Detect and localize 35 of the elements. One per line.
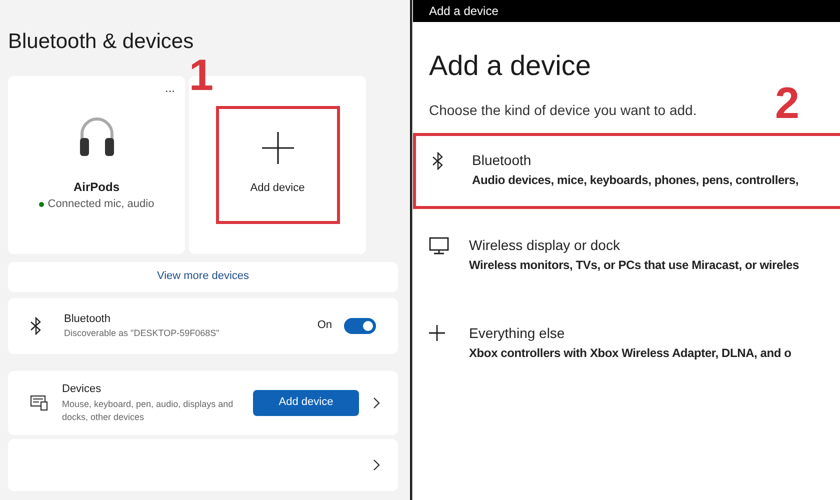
option-description: Xbox controllers with Xbox Wireless Adapter, DLNA, and o	[469, 345, 792, 362]
monitor-icon	[429, 237, 449, 255]
option-title: Wireless display or dock	[469, 236, 621, 255]
bluetooth-toggle[interactable]	[344, 318, 376, 334]
add-device-tile[interactable]: Add device	[218, 108, 336, 220]
dialog-heading: Add a device	[429, 52, 592, 80]
device-name: AirPods	[73, 179, 120, 196]
option-description: Wireless monitors, TVs, or PCs that use Miracast, or wireles	[469, 257, 800, 274]
add-device-button[interactable]: Add device	[253, 390, 359, 416]
toggle-state: On	[317, 318, 332, 334]
device-type-option[interactable]: Everything else Xbox controllers with Xbox Wireless Adapter, DLNA, and o	[413, 309, 840, 385]
chevron-right-icon	[373, 458, 380, 470]
page-title: Bluetooth & devices	[8, 29, 195, 55]
setting-subtitle: Mouse, keyboard, pen, audio, displays and docks, other devices	[62, 398, 234, 424]
more-menu[interactable]: ...	[164, 82, 175, 94]
window-title: Add a device	[429, 3, 498, 20]
device-type-option[interactable]: Wireless display or dock Wireless monitors, TVs, or PCs that use Miracast, or wireles	[413, 221, 840, 297]
step-number: 2	[775, 82, 800, 126]
step-number: 1	[189, 54, 214, 98]
device-type-option[interactable]: Bluetooth Audio devices, mice, keyboards, phones, pens, controllers,	[413, 133, 840, 209]
option-title: Bluetooth	[472, 151, 532, 170]
device-status: Connected mic, audio	[48, 197, 154, 212]
setting-title: Devices	[62, 382, 102, 398]
bluetooth-icon	[30, 316, 42, 334]
keyboard-icon	[30, 394, 48, 410]
setting-title: Bluetooth	[64, 312, 112, 326]
plus-icon	[262, 132, 294, 164]
setting-subtitle: Discoverable as "DESKTOP-59F068S"	[64, 327, 220, 340]
bluetooth-icon	[432, 152, 444, 170]
chevron-right-icon	[373, 396, 380, 408]
option-description: Audio devices, mice, keyboards, phones, pens, controllers,	[472, 172, 799, 189]
option-title: Everything else	[469, 324, 566, 343]
plus-icon	[429, 325, 445, 341]
dialog-subtitle: Choose the kind of device you want to add.	[429, 101, 697, 120]
view-more-devices-link[interactable]: View more devices	[8, 262, 398, 292]
